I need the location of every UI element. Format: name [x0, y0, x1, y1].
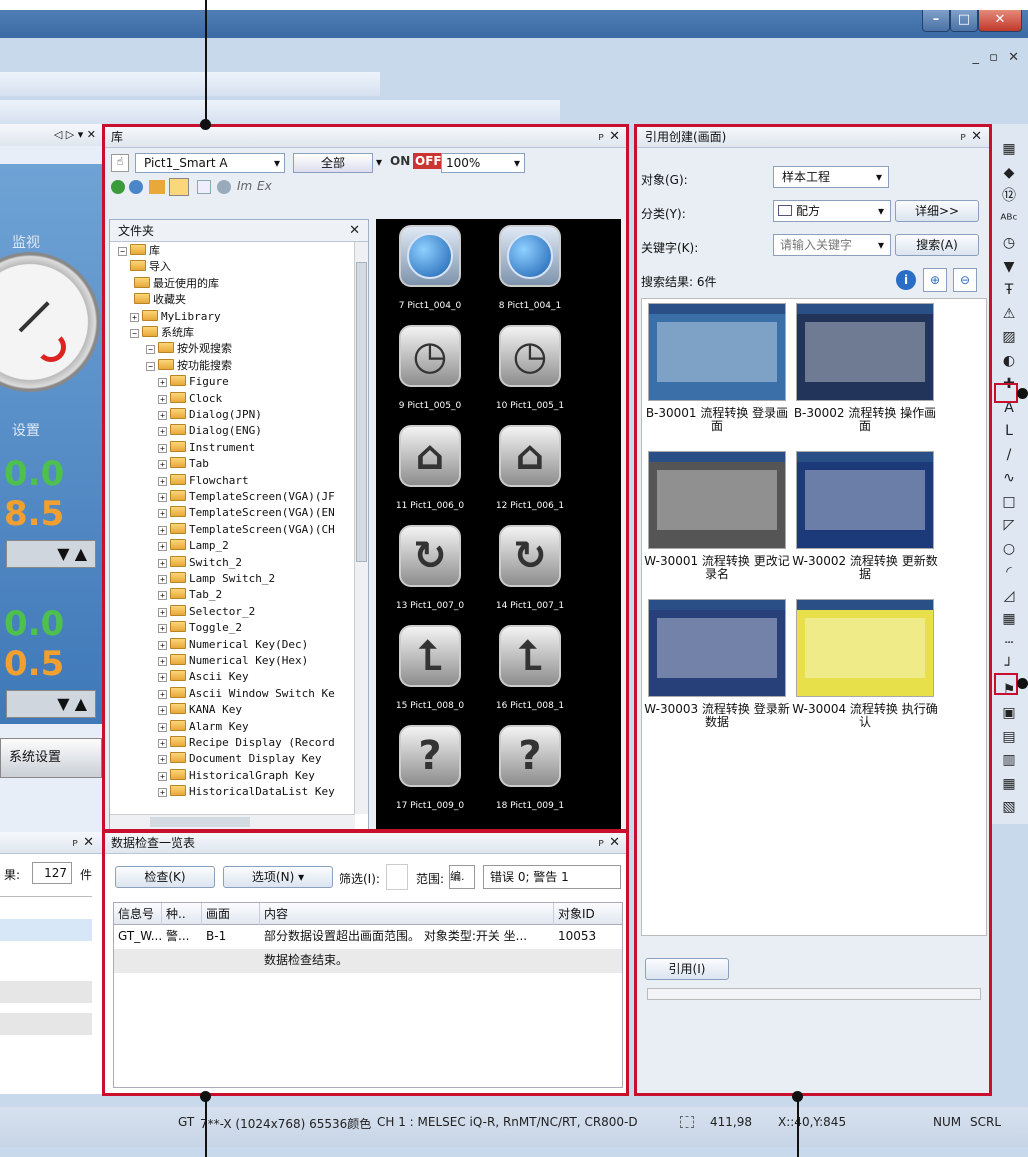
close-button[interactable]: ✕	[978, 10, 1022, 32]
hatch-icon[interactable]: ▧	[1000, 798, 1018, 816]
gauge-red-arc	[36, 332, 66, 362]
check-highlight	[102, 830, 629, 1096]
size-icon	[680, 1116, 694, 1128]
rect-icon[interactable]: □	[1000, 493, 1018, 511]
number-icon[interactable]: ⑫	[1000, 187, 1018, 205]
grid-icon[interactable]: ▦	[1000, 140, 1018, 158]
wave-icon[interactable]: ∿	[1000, 469, 1018, 487]
callout-dot-4	[1017, 388, 1028, 399]
toolbar-2	[0, 100, 560, 124]
arc-icon[interactable]: ◜	[1000, 563, 1018, 581]
callout-line-1	[205, 0, 207, 124]
system-setting-button[interactable]: 系统设置	[0, 738, 102, 778]
status-num: NUM	[933, 1115, 962, 1129]
status-size: 411,98	[710, 1115, 752, 1129]
title-bar: – □ ✕	[0, 10, 1028, 38]
polygon-icon[interactable]: ◿	[1000, 587, 1018, 605]
status-scrl: SCRL	[970, 1115, 1002, 1129]
mdi-controls[interactable]: _ ▫ ✕	[973, 50, 1022, 65]
setting-label: 设置	[12, 423, 40, 439]
down-up-buttons-1[interactable]: ▼ ▲	[6, 540, 96, 568]
result-count: 127	[32, 862, 72, 884]
alarm-icon[interactable]: ⚠	[1000, 305, 1018, 323]
callout-dot-3	[792, 1091, 803, 1102]
data-icon[interactable]: ▥	[1000, 751, 1018, 769]
left-bottom-list	[0, 896, 92, 1086]
right-toolbar: ▦ ◆ ⑫ ᴬᴮᶜ ◷ ▼ Ŧ ⚠ ▨ ◐ ✚ A L / ∿ □ ◸ ○ ◜ ◿ ▦ ┄ ┘ ⚑ ▣ ▤ ▥ ▦ ▧	[991, 124, 1028, 824]
callout-dot-5	[1017, 678, 1028, 689]
list-icon[interactable]: ▤	[1000, 728, 1018, 746]
left-bottom-title: ᴘ ✕	[0, 832, 102, 854]
type-icon[interactable]: Ŧ	[1000, 281, 1018, 299]
circle-icon[interactable]: ○	[1000, 540, 1018, 558]
result-label: 果:	[4, 868, 21, 882]
minimize-button[interactable]: –	[922, 10, 950, 32]
tool-highlight-2	[994, 673, 1018, 695]
corner-icon[interactable]: ◸	[1000, 516, 1018, 534]
status-model: 7**-X (1024x768) 65536颜色	[200, 1117, 372, 1131]
grid2-icon[interactable]: ▦	[1000, 775, 1018, 793]
monitor-label: 监视	[12, 235, 40, 251]
left-panel: ◁ ▷ ▾ ✕ 监视 设置 0.0 8.5 ▼ ▲ 0.0 0.5 ▼ ▲ 系统…	[0, 124, 102, 832]
status-coord: X::40,Y:845	[778, 1115, 847, 1129]
clock-icon[interactable]: ◷	[1000, 234, 1018, 252]
gauge-icon[interactable]: ◐	[1000, 352, 1018, 370]
maximize-button[interactable]: □	[950, 10, 978, 32]
left-tabs: ◁ ▷ ▾ ✕	[0, 124, 102, 146]
reference-highlight	[634, 124, 992, 1096]
value-1: 0.0	[4, 454, 65, 494]
scale-icon[interactable]: ┄	[1000, 634, 1018, 652]
result-unit: 件	[80, 868, 93, 882]
value-3: 0.0	[4, 604, 65, 644]
status-gt: GT	[178, 1115, 195, 1129]
callout-line-3	[797, 1096, 799, 1157]
table-icon[interactable]: ▦	[1000, 610, 1018, 628]
library-highlight	[102, 124, 629, 832]
toolbar-1	[0, 72, 380, 96]
left-bottom-panel: ᴘ ✕ 果: 127 件	[0, 832, 102, 1094]
lamp-icon[interactable]: ▼	[1000, 258, 1018, 276]
value-2: 8.5	[4, 494, 65, 534]
shape-icon[interactable]: ◆	[1000, 164, 1018, 182]
tool-highlight-1	[994, 383, 1018, 403]
image-icon[interactable]: ▣	[1000, 704, 1018, 722]
value-4: 0.5	[4, 644, 65, 684]
status-channel: CH 1 : MELSEC iQ-R, RnMT/NC/RT, CR800-D	[377, 1115, 638, 1129]
callout-dot-1	[200, 119, 211, 130]
pattern-icon[interactable]: ▨	[1000, 328, 1018, 346]
text-icon[interactable]: ᴬᴮᶜ	[1000, 211, 1018, 229]
callout-line-2	[205, 1096, 207, 1157]
status-bar: GT 7**-X (1024x768) 65536颜色 CH 1 : MELSE…	[0, 1107, 1028, 1147]
down-up-buttons-2[interactable]: ▼ ▲	[6, 690, 96, 718]
line-icon[interactable]: /	[1000, 446, 1018, 464]
callout-dot-2	[200, 1091, 211, 1102]
bracket-icon[interactable]: L	[1000, 422, 1018, 440]
